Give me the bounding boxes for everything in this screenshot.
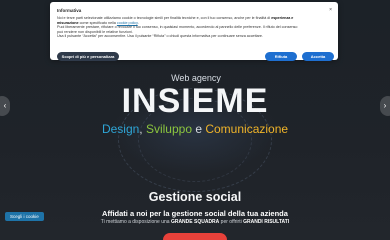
cookie-preferences-button[interactable]: Scegli i cookie (5, 212, 44, 221)
service-design: Design (101, 122, 140, 136)
section-line-bold-2: GRANDI RISULTATI (243, 219, 290, 225)
cookie-text-bold-1: esperienza e (271, 16, 294, 20)
section-title: Gestione social (148, 190, 242, 204)
cookie-banner-title: Informativa (57, 8, 82, 13)
cookie-text-bold-2: misurazione (57, 20, 79, 25)
close-icon[interactable]: × (329, 7, 332, 13)
service-sviluppo: Sviluppo (145, 122, 192, 136)
hero-services: Design, Sviluppo e Comunicazione (0, 122, 390, 136)
reject-button[interactable]: Rifiuta (265, 52, 297, 61)
hero-brand-title: INSIEME (121, 82, 269, 120)
accept-button[interactable]: Accetta (302, 52, 334, 61)
cookie-policy-link[interactable]: cookie policy (117, 21, 138, 25)
service-separator: e (192, 122, 206, 136)
cookie-text-line3: Puoi liberamente prestare, rifiutare o r… (57, 25, 298, 30)
cookie-text-line2: come specificato nella (79, 20, 116, 25)
section-description: Ti mettiamo a disposizione una GRANDE SQ… (0, 219, 390, 225)
section-line-prefix: Ti mettiamo a disposizione una (100, 219, 170, 225)
cookie-text-line1: Noi e terze parti selezionate utilizziam… (57, 16, 271, 20)
service-comunicazione: Comunicazione (205, 122, 289, 136)
slider-next-arrow-icon[interactable]: › (380, 96, 390, 116)
section-line-bold-1: GRANDE SQUADRA (170, 219, 220, 225)
section-line-mid: per offrirti (220, 219, 242, 225)
section-subtitle: Affidati a noi per la gestione social de… (102, 209, 288, 218)
cookie-banner: Informativa × Noi e terze parti selezion… (50, 2, 338, 61)
learn-more-button[interactable]: Scopri di più e personalizza (57, 52, 119, 61)
cookie-text-line4: può rendere non disponibili le relative … (57, 29, 133, 34)
cookie-text-line5: Usa il pulsante “Accetta” per acconsenti… (57, 34, 263, 39)
service-separator: , (139, 122, 146, 136)
section-cta-button[interactable] (163, 233, 227, 240)
cookie-banner-text: Noi e terze parti selezionate utilizziam… (57, 16, 298, 39)
